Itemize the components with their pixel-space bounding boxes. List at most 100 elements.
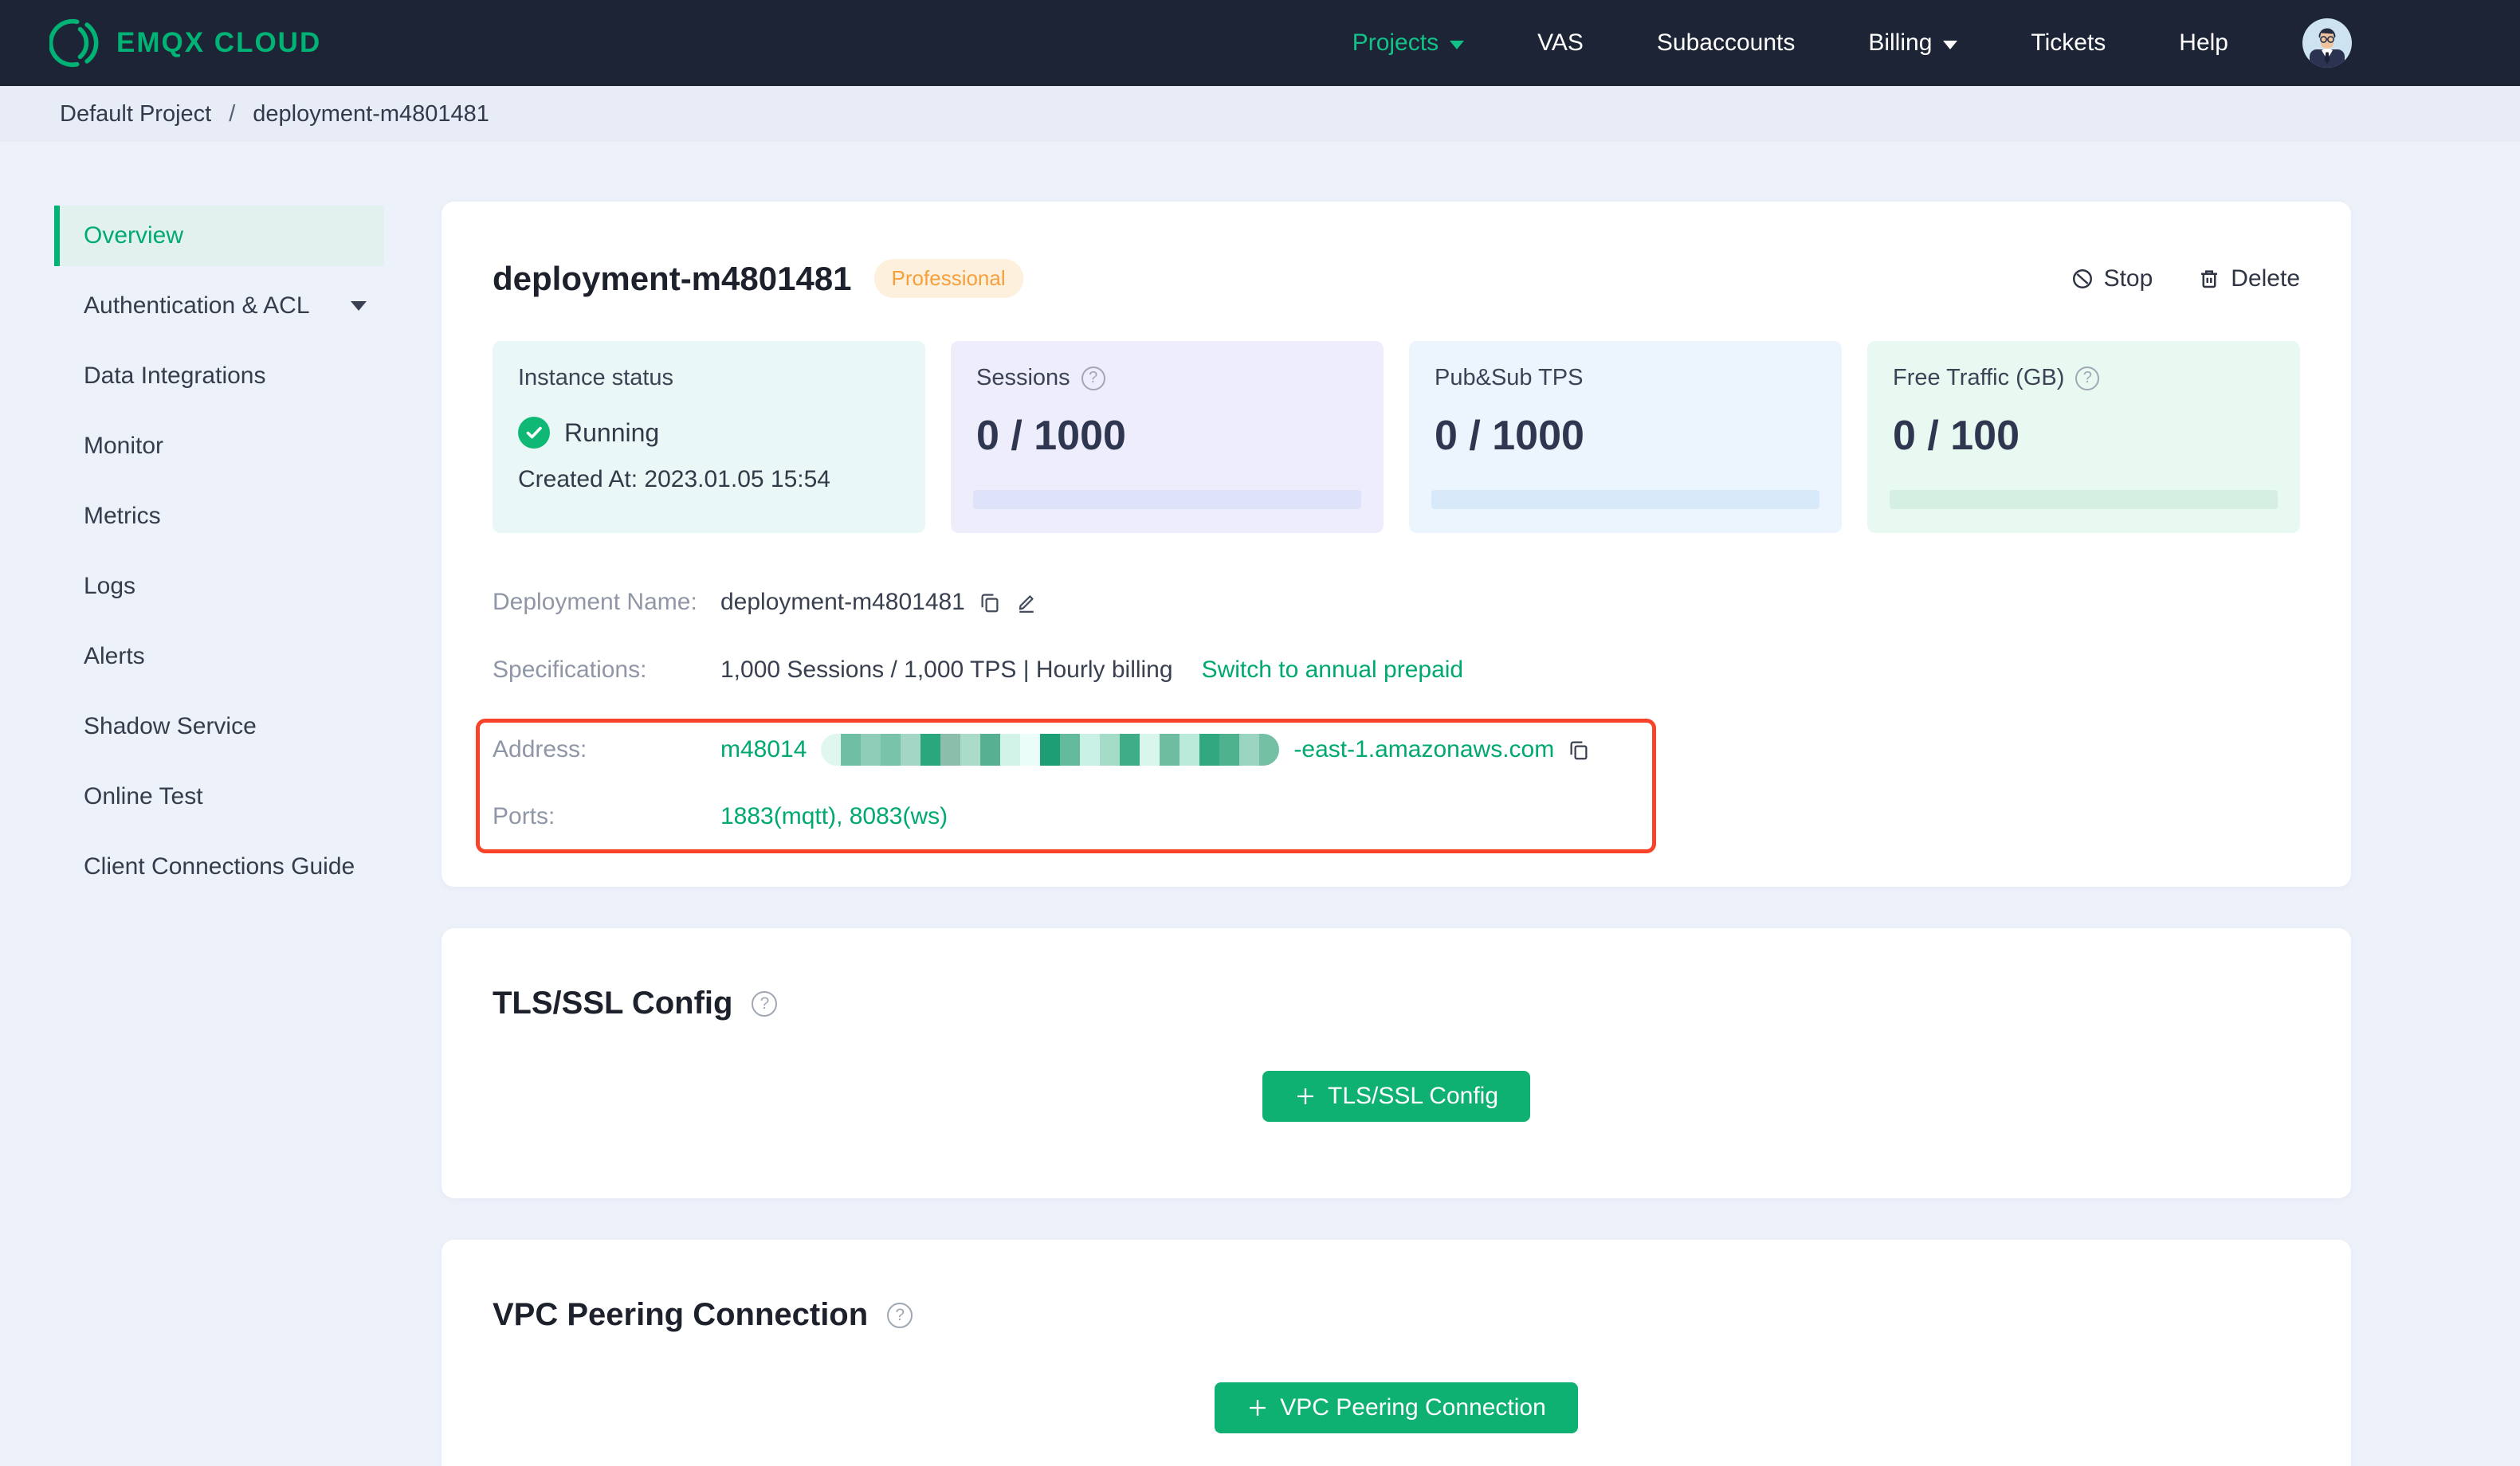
top-navbar: EMQX CLOUD Projects VAS Subaccounts Bill… bbox=[0, 0, 2520, 86]
redacted-block bbox=[1199, 734, 1220, 766]
breadcrumb: Default Project / deployment-m4801481 bbox=[0, 86, 2520, 142]
plan-badge: Professional bbox=[873, 259, 1023, 298]
redacted-block bbox=[1080, 734, 1101, 766]
nav-item-label: Tickets bbox=[2031, 29, 2106, 56]
redacted-block bbox=[1060, 734, 1081, 766]
address-prefix: m48014 bbox=[720, 736, 807, 762]
deployment-overview-card: deployment-m4801481 Professional Stop De… bbox=[442, 202, 2351, 887]
chevron-down-icon bbox=[1943, 40, 1958, 49]
add-tls-config-button[interactable]: TLS/SSL Config bbox=[1262, 1071, 1530, 1122]
stat-label: Sessions bbox=[976, 365, 1070, 390]
info-label: Specifications: bbox=[493, 657, 647, 683]
stat-value: 0 / 1000 bbox=[1435, 413, 1584, 459]
chevron-down-icon bbox=[1450, 40, 1465, 49]
switch-annual-prepaid-link[interactable]: Switch to annual prepaid bbox=[1202, 657, 1464, 684]
help-icon[interactable] bbox=[752, 990, 778, 1017]
help-icon[interactable] bbox=[1081, 366, 1105, 390]
help-icon[interactable] bbox=[2075, 366, 2100, 390]
delete-button[interactable]: Delete bbox=[2197, 265, 2300, 292]
delete-label: Delete bbox=[2231, 265, 2300, 292]
sidebar-item-data-integrations[interactable]: Data Integrations bbox=[54, 346, 384, 406]
sidebar-item-client-connections-guide[interactable]: Client Connections Guide bbox=[54, 837, 384, 897]
chevron-down-icon bbox=[351, 301, 367, 311]
address-suffix: -east-1.amazonaws.com bbox=[1293, 736, 1555, 762]
plus-icon bbox=[1294, 1085, 1317, 1107]
redacted-block bbox=[1259, 734, 1280, 766]
trash-icon bbox=[2197, 267, 2221, 291]
redacted-block bbox=[940, 734, 961, 766]
status-text: Running bbox=[564, 417, 660, 447]
created-at: Created At: 2023.01.05 15:54 bbox=[518, 466, 830, 492]
nav-item-label: Projects bbox=[1352, 29, 1439, 56]
pubsub-tps-card: Pub&Sub TPS 0 / 1000 bbox=[1409, 341, 1842, 533]
ports-value: 1883(mqtt), 8083(ws) bbox=[720, 803, 948, 829]
stat-label: Pub&Sub TPS bbox=[1435, 365, 1584, 390]
nav-item-help[interactable]: Help bbox=[2179, 29, 2228, 57]
sidebar-item-label: Authentication & ACL bbox=[84, 292, 310, 319]
stat-label: Instance status bbox=[518, 365, 674, 390]
redacted-address bbox=[821, 734, 1280, 766]
sidebar-item-label: Metrics bbox=[84, 503, 161, 529]
check-circle-icon bbox=[518, 417, 550, 449]
emqx-logo-icon bbox=[49, 18, 99, 68]
progress-bar bbox=[1890, 490, 2278, 509]
copy-icon[interactable] bbox=[1567, 738, 1591, 762]
add-vpc-peering-button[interactable]: VPC Peering Connection bbox=[1215, 1382, 1578, 1433]
redacted-block bbox=[1020, 734, 1041, 766]
nav-item-vas[interactable]: VAS bbox=[1537, 29, 1584, 57]
sidebar-item-authentication-acl[interactable]: Authentication & ACL bbox=[54, 276, 384, 336]
nav-menu: Projects VAS Subaccounts Billing Tickets… bbox=[1352, 18, 2353, 69]
progress-bar bbox=[973, 490, 1361, 509]
progress-bar bbox=[1431, 490, 1819, 509]
sidebar-item-label: Client Connections Guide bbox=[84, 853, 355, 880]
sidebar-item-label: Data Integrations bbox=[84, 363, 266, 389]
sidebar-item-label: Shadow Service bbox=[84, 713, 257, 739]
stat-value: 0 / 1000 bbox=[976, 413, 1126, 459]
nav-item-projects[interactable]: Projects bbox=[1352, 29, 1465, 57]
redacted-block bbox=[1040, 734, 1061, 766]
redacted-block bbox=[1120, 734, 1140, 766]
deployment-name-value: deployment-m4801481 bbox=[720, 589, 965, 615]
redacted-block bbox=[1000, 734, 1021, 766]
brand-name: EMQX CLOUD bbox=[116, 27, 322, 58]
stat-value: 0 / 100 bbox=[1893, 413, 2020, 459]
annotation-highlight-box: Address: m48014 -east-1.amazonaws.com Po… bbox=[476, 719, 1656, 853]
stats-row: Instance status Running Created At: 2023… bbox=[493, 341, 2300, 533]
nav-item-label: VAS bbox=[1537, 29, 1584, 56]
stop-button[interactable]: Stop bbox=[2071, 265, 2153, 292]
nav-item-tickets[interactable]: Tickets bbox=[2031, 29, 2106, 57]
edit-icon[interactable] bbox=[1015, 590, 1038, 614]
sidebar-item-monitor[interactable]: Monitor bbox=[54, 416, 384, 476]
help-icon[interactable] bbox=[887, 1302, 913, 1328]
sidebar-item-shadow-service[interactable]: Shadow Service bbox=[54, 696, 384, 757]
redacted-block bbox=[960, 734, 981, 766]
sidebar-item-online-test[interactable]: Online Test bbox=[54, 766, 384, 827]
breadcrumb-project[interactable]: Default Project bbox=[60, 101, 211, 127]
nav-item-subaccounts[interactable]: Subaccounts bbox=[1657, 29, 1795, 57]
sidebar-item-label: Alerts bbox=[84, 643, 145, 669]
redacted-block bbox=[821, 734, 842, 766]
sidebar-item-alerts[interactable]: Alerts bbox=[54, 626, 384, 687]
redacted-block bbox=[861, 734, 881, 766]
free-traffic-card: Free Traffic (GB) 0 / 100 bbox=[1867, 341, 2300, 533]
redacted-block bbox=[1180, 734, 1200, 766]
brand[interactable]: EMQX CLOUD bbox=[49, 18, 321, 68]
plus-icon bbox=[1246, 1397, 1269, 1419]
sidebar-item-label: Monitor bbox=[84, 433, 164, 459]
info-label: Deployment Name: bbox=[493, 589, 697, 615]
redacted-block bbox=[1100, 734, 1121, 766]
copy-icon[interactable] bbox=[978, 590, 1002, 614]
nav-item-billing[interactable]: Billing bbox=[1868, 29, 1958, 57]
specifications-value: 1,000 Sessions / 1,000 TPS | Hourly bill… bbox=[720, 657, 1173, 683]
user-avatar[interactable] bbox=[2302, 18, 2353, 69]
redacted-block bbox=[1239, 734, 1260, 766]
stop-label: Stop bbox=[2103, 265, 2153, 292]
sidebar-item-overview[interactable]: Overview bbox=[54, 206, 384, 266]
nav-item-label: Billing bbox=[1868, 29, 1933, 56]
info-label: Address: bbox=[493, 736, 587, 762]
sidebar-item-metrics[interactable]: Metrics bbox=[54, 486, 384, 547]
sessions-card: Sessions 0 / 1000 bbox=[951, 341, 1384, 533]
sidebar-item-logs[interactable]: Logs bbox=[54, 556, 384, 617]
breadcrumb-deployment: deployment-m4801481 bbox=[253, 100, 489, 127]
vpc-peering-section: VPC Peering Connection VPC Peering Conne… bbox=[442, 1240, 2351, 1466]
